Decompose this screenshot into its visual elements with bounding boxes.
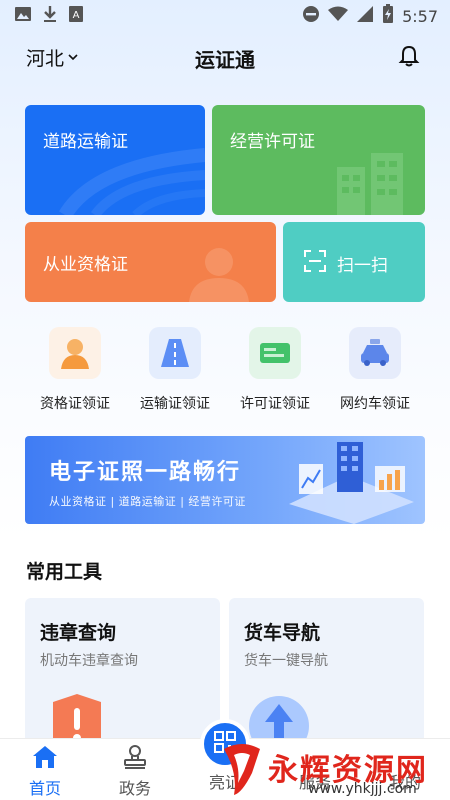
city-illustration-icon xyxy=(289,442,414,524)
status-time: 5:57 xyxy=(402,6,438,26)
wifi-icon xyxy=(328,6,349,26)
promo-banner[interactable]: 电子证照一路畅行 从业资格证 | 道路运输证 | 经营许可证 xyxy=(25,436,425,524)
quick-label: 许可证领证 xyxy=(240,396,310,412)
car-icon xyxy=(349,327,401,379)
quick-label: 运输证领证 xyxy=(140,396,210,412)
scan-group: 扫一扫 xyxy=(303,249,388,278)
svg-text:A: A xyxy=(73,10,80,21)
business-permit-label: 经营许可证 xyxy=(230,132,315,152)
road-transport-label: 道路运输证 xyxy=(43,132,128,152)
scan-card[interactable]: 扫一扫 xyxy=(283,222,425,302)
battery-icon xyxy=(382,4,394,28)
person-icon xyxy=(49,327,101,379)
banner-title: 电子证照一路畅行 xyxy=(49,460,242,485)
tab-home-label: 首页 xyxy=(28,779,61,798)
watermark-url: www.yhkjjj.com xyxy=(308,781,417,797)
quick-permit-cert[interactable]: 许可证领证 xyxy=(225,327,325,413)
road-icon xyxy=(149,327,201,379)
stamp-icon xyxy=(122,745,148,773)
status-bar: A 5:57 xyxy=(0,0,450,32)
quick-transport-cert[interactable]: 运输证领证 xyxy=(125,327,225,413)
watermark: 永辉资源网 www.yhkjjj.com xyxy=(220,741,430,799)
tool-subtitle: 机动车违章查询 xyxy=(40,653,138,669)
quick-label: 资格证领证 xyxy=(40,396,110,412)
quick-qualification-cert[interactable]: 资格证领证 xyxy=(25,327,125,413)
tab-government-label: 政务 xyxy=(118,779,151,798)
signal-icon xyxy=(356,5,374,27)
image-icon xyxy=(14,6,32,26)
tool-subtitle: 货车一键导航 xyxy=(244,653,328,669)
buildings-icon xyxy=(337,153,403,215)
truck-navigation-card[interactable]: 货车导航 货车一键导航 xyxy=(229,598,424,748)
tool-title: 违章查询 xyxy=(40,622,117,644)
business-permit-card[interactable]: 经营许可证 xyxy=(212,105,425,215)
tools-section-title: 常用工具 xyxy=(26,561,103,583)
banner-subtitle: 从业资格证 | 道路运输证 | 经营许可证 xyxy=(49,495,246,508)
quick-label: 网约车领证 xyxy=(340,396,410,412)
dnd-icon xyxy=(302,5,320,27)
scan-icon xyxy=(303,249,327,278)
scan-label: 扫一扫 xyxy=(337,256,388,276)
tab-home[interactable]: 首页 xyxy=(15,745,75,799)
app-header: 河北 运证通 xyxy=(0,36,450,80)
violation-query-card[interactable]: 违章查询 机动车违章查询 xyxy=(25,598,220,748)
road-transport-card[interactable]: 道路运输证 xyxy=(25,105,205,215)
person-bg-icon xyxy=(189,248,249,302)
bell-icon[interactable] xyxy=(398,44,420,72)
status-left: A xyxy=(14,5,84,27)
watermark-logo xyxy=(224,744,260,795)
qualification-label: 从业资格证 xyxy=(43,255,128,275)
road-bg-icon xyxy=(59,148,205,215)
quick-ride-hailing-cert[interactable]: 网约车领证 xyxy=(325,327,425,413)
font-icon: A xyxy=(68,5,84,27)
status-right: 5:57 xyxy=(302,4,438,28)
tab-government[interactable]: 政务 xyxy=(105,745,165,799)
home-icon xyxy=(32,746,58,773)
page-title: 运证通 xyxy=(195,48,255,72)
card-icon xyxy=(249,327,301,379)
download-icon xyxy=(42,5,58,27)
qualification-card[interactable]: 从业资格证 xyxy=(25,222,276,302)
tool-title: 货车导航 xyxy=(244,622,321,644)
